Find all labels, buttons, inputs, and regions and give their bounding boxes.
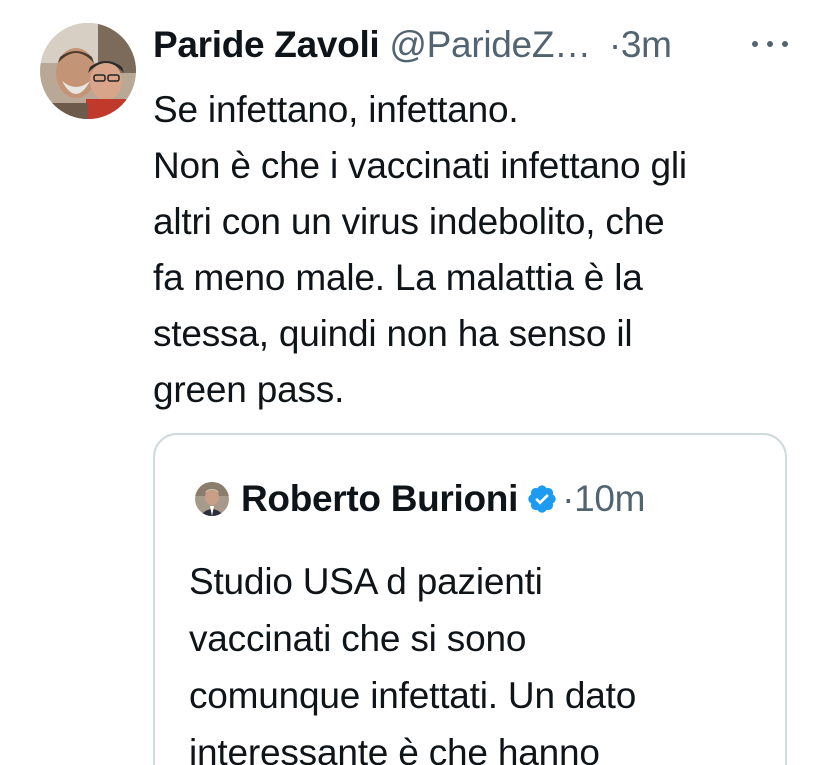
tweet-text-line: green pass. xyxy=(153,369,345,410)
author-avatar[interactable] xyxy=(40,23,136,119)
tweet-text-line: stessa, quindi non ha senso il xyxy=(153,313,633,354)
quoted-text-line: comunque infettati. Un dato xyxy=(189,675,637,716)
tweet-text-line: fa meno male. La malattia è la xyxy=(153,257,643,298)
tweet-text-line: Se infettano, infettano. xyxy=(153,89,519,130)
separator-dot: · xyxy=(562,478,575,519)
author-handle[interactable]: @ParideZ… xyxy=(389,24,591,66)
quoted-author-avatar xyxy=(195,482,229,516)
more-dot xyxy=(767,41,773,47)
quoted-text-line: Studio USA d pazienti xyxy=(189,561,543,602)
tweet-text: Se infettano, infettano. Non è che i vac… xyxy=(153,82,803,418)
tweet-text-line: Non è che i vaccinati infettano gli xyxy=(153,145,687,186)
tweet-text-line: altri con un virus indebolito, che xyxy=(153,201,665,242)
more-dot xyxy=(752,41,758,47)
verified-badge-icon xyxy=(526,483,558,515)
quoted-author-display-name: Roberto Burioni xyxy=(241,478,519,519)
quoted-tweet-text: Studio USA d pazienti vaccinati che si s… xyxy=(189,553,769,765)
author-display-name[interactable]: Paride Zavoli xyxy=(153,24,380,66)
tweet-timestamp[interactable]: 3m xyxy=(621,24,672,66)
quoted-text-line: vaccinati che si sono xyxy=(189,618,527,659)
quoted-text-line: interessante è che hanno xyxy=(189,732,600,765)
quoted-tweet-card[interactable]: Roberto Burioni · 10m Studio USA d pazie… xyxy=(153,433,787,765)
more-horizontal-icon[interactable] xyxy=(752,38,788,50)
more-dot xyxy=(782,41,788,47)
quoted-tweet-header: Roberto Burioni · 10m xyxy=(195,477,646,521)
tweet-header: Paride Zavoli @ParideZ… · 3m xyxy=(153,20,672,70)
quoted-tweet-timestamp: 10m xyxy=(574,478,646,519)
quoted-avatar-photo xyxy=(195,482,229,516)
separator-dot: · xyxy=(608,24,621,65)
avatar-photo xyxy=(40,23,136,119)
